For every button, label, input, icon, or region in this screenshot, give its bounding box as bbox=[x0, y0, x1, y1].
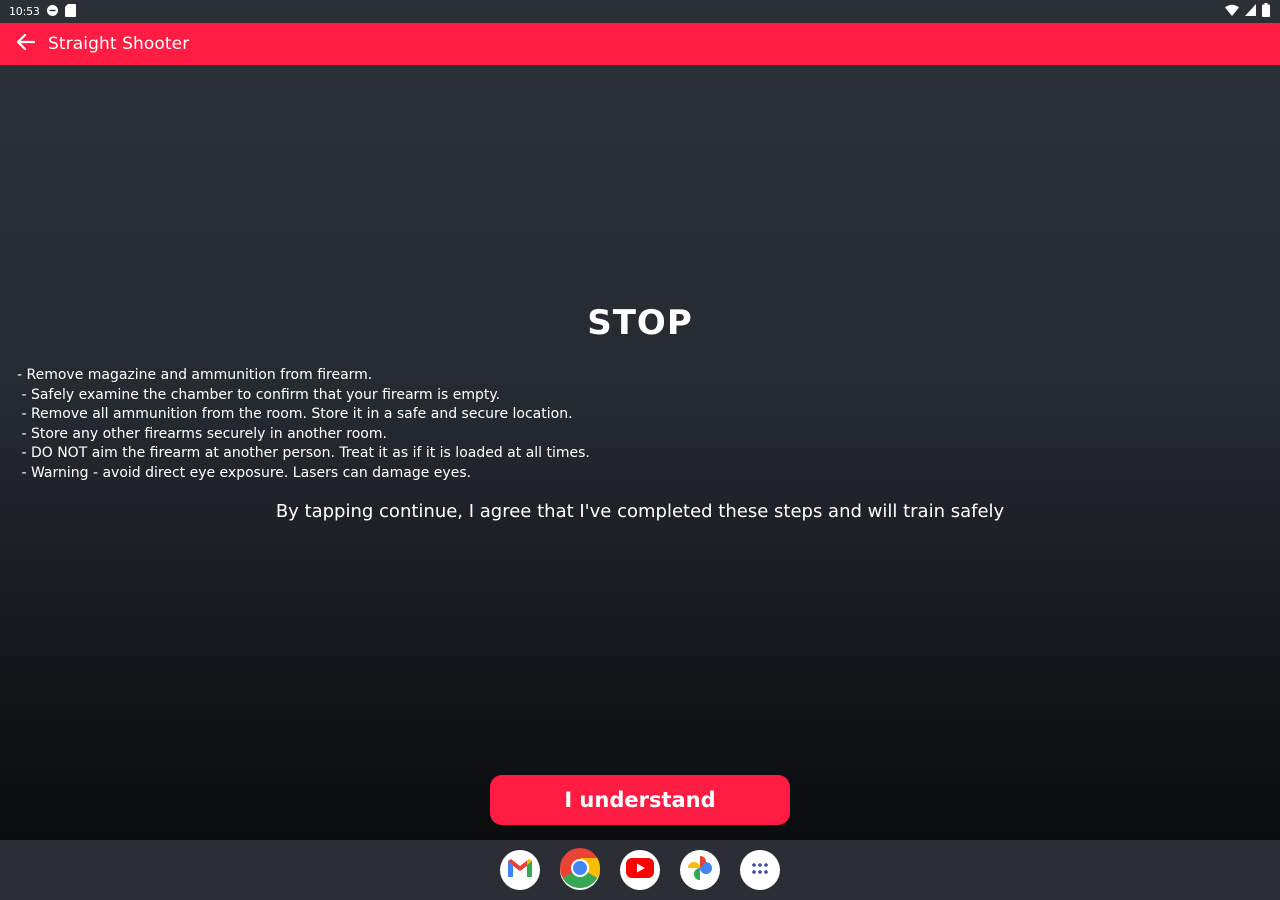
safety-step: - Store any other firearms securely in a… bbox=[17, 425, 387, 442]
battery-icon bbox=[1262, 3, 1270, 20]
i-understand-button[interactable]: I understand bbox=[490, 775, 790, 825]
youtube-icon bbox=[626, 858, 654, 882]
chrome-app[interactable] bbox=[560, 848, 600, 892]
app-drawer-icon bbox=[750, 861, 770, 880]
agreement-text: By tapping continue, I agree that I've c… bbox=[275, 501, 1005, 522]
wifi-icon bbox=[1225, 4, 1239, 19]
photos-app[interactable] bbox=[680, 850, 720, 890]
app-dock bbox=[0, 840, 1280, 900]
youtube-app[interactable] bbox=[620, 850, 660, 890]
status-right bbox=[1225, 3, 1270, 20]
safety-step: - Safely examine the chamber to confirm … bbox=[17, 386, 501, 403]
safety-step: - Warning - avoid direct eye exposure. L… bbox=[17, 464, 472, 481]
safety-steps-list: - Remove magazine and ammunition from fi… bbox=[17, 366, 777, 484]
gmail-app[interactable] bbox=[500, 850, 540, 890]
status-time: 10:53 bbox=[9, 5, 40, 18]
status-left: 10:53 bbox=[9, 3, 76, 20]
main-content: STOP - Remove magazine and ammunition fr… bbox=[0, 65, 1280, 840]
chrome-icon bbox=[560, 848, 600, 892]
gmail-icon bbox=[506, 857, 534, 883]
notification-circle-icon bbox=[46, 4, 59, 20]
back-button[interactable] bbox=[6, 23, 46, 65]
signal-icon bbox=[1245, 4, 1256, 19]
app-drawer-button[interactable] bbox=[740, 850, 780, 890]
app-bar: Straight Shooter bbox=[0, 23, 1280, 65]
arrow-back-icon bbox=[16, 33, 36, 54]
status-bar: 10:53 bbox=[0, 0, 1280, 23]
safety-step: - DO NOT aim the firearm at another pers… bbox=[17, 445, 590, 462]
sd-card-icon bbox=[64, 3, 76, 20]
safety-step: - Remove all ammunition from the room. S… bbox=[17, 406, 573, 423]
app-title: Straight Shooter bbox=[48, 34, 190, 54]
page-title: STOP bbox=[587, 303, 693, 343]
photos-icon bbox=[686, 854, 714, 886]
safety-step: - Remove magazine and ammunition from fi… bbox=[17, 367, 373, 383]
